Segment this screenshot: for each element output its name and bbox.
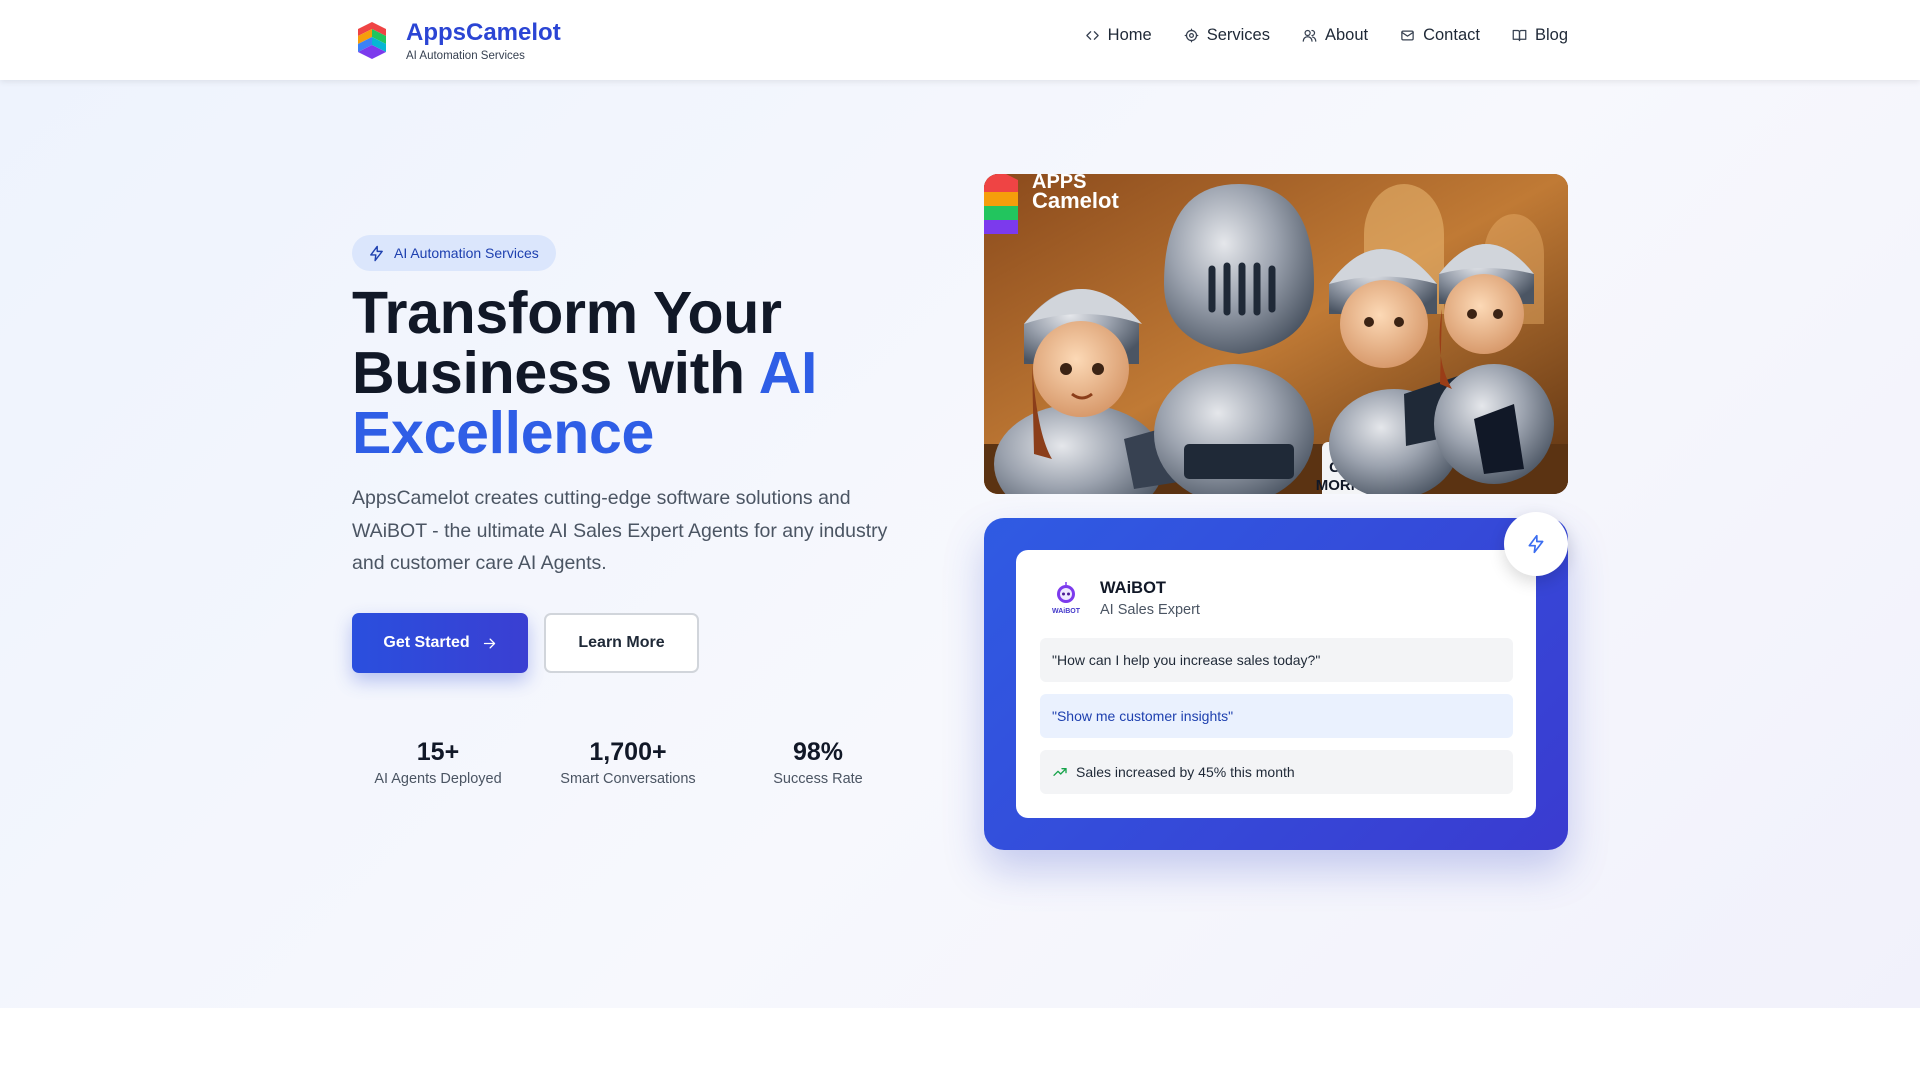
waibot-card: WAiBOT WAiBOT AI Sales Expert "How can I… — [984, 512, 1568, 850]
lightning-icon — [370, 245, 383, 261]
nav-contact-label: Contact — [1423, 26, 1480, 44]
hero-illustration: GOOD MORNING APPS Camelot — [984, 174, 1568, 494]
chat-message-text: "Show me customer insights" — [1052, 708, 1234, 724]
nav-services[interactable]: Services — [1184, 26, 1270, 45]
hero-badge-label: AI Automation Services — [394, 245, 539, 261]
users-icon — [1302, 29, 1317, 42]
arrow-right-icon — [483, 638, 495, 648]
nav-services-label: Services — [1206, 26, 1270, 44]
chat-message-insight: Sales increased by 45% this month — [1040, 750, 1513, 794]
stat-label: AI Agents Deployed — [374, 771, 502, 787]
waibot-name: WAiBOT — [1100, 578, 1166, 597]
hero-stats: 15+ AI Agents Deployed 1,700+ Smart Conv… — [352, 737, 904, 787]
gear-icon — [1184, 28, 1199, 43]
nav-blog-label: Blog — [1534, 26, 1568, 44]
nav-contact[interactable]: Contact — [1400, 26, 1480, 45]
trending-up-icon — [1053, 768, 1067, 776]
get-started-button[interactable]: Get Started — [352, 613, 528, 673]
hero-headline-main: Transform Your Business with — [352, 280, 782, 406]
nav-blog[interactable]: Blog — [1512, 26, 1568, 45]
nav-home-label: Home — [1107, 26, 1152, 44]
lightning-icon — [1528, 534, 1544, 554]
waibot-chat-panel: WAiBOT WAiBOT AI Sales Expert "How can I… — [1016, 550, 1536, 818]
stat-value: 1,700+ — [589, 738, 667, 766]
illustration-logo-line2: Camelot — [1032, 188, 1119, 213]
book-icon — [1512, 29, 1527, 42]
hero-headline: Transform Your Business with AI Excellen… — [352, 283, 952, 463]
main-nav: Home Services About Contact Blog — [1085, 26, 1568, 45]
stat-label: Smart Conversations — [560, 771, 696, 787]
stat-agents: 15+ AI Agents Deployed — [352, 737, 524, 787]
hero-description: AppsCamelot creates cutting-edge softwar… — [352, 487, 888, 574]
stat-value: 98% — [792, 738, 844, 766]
brand-tagline: AI Automation Services — [406, 49, 525, 62]
stat-value: 15+ — [416, 738, 460, 766]
nav-home[interactable]: Home — [1085, 26, 1152, 45]
chat-message-text: "How can I help you increase sales today… — [1052, 652, 1321, 668]
waibot-avatar-label: WAiBOT — [1052, 608, 1081, 615]
brand[interactable]: AppsCamelot AI Automation Services — [352, 18, 561, 62]
chat-message-bot: "How can I help you increase sales today… — [1040, 638, 1513, 682]
chat-message-text: Sales increased by 45% this month — [1076, 764, 1295, 780]
learn-more-button[interactable]: Learn More — [544, 613, 699, 673]
stat-conversations: 1,700+ Smart Conversations — [542, 737, 714, 787]
hero-badge: AI Automation Services — [352, 235, 556, 271]
waibot-avatar-icon: WAiBOT — [1052, 582, 1081, 615]
appscamelot-logo-icon — [358, 22, 386, 59]
lightning-action-button[interactable] — [1504, 512, 1568, 576]
waibot-role: AI Sales Expert — [1100, 601, 1200, 618]
chat-message-user: "Show me customer insights" — [1040, 694, 1513, 738]
brand-name: AppsCamelot — [406, 18, 561, 46]
mail-icon — [1401, 30, 1414, 41]
nav-about[interactable]: About — [1302, 26, 1368, 45]
stat-success: 98% Success Rate — [732, 737, 904, 787]
code-icon — [1085, 31, 1099, 40]
nav-about-label: About — [1324, 26, 1369, 44]
knights-illustration: GOOD MORNING APPS Camelot — [984, 174, 1568, 494]
waibot-header: WAiBOT WAiBOT AI Sales Expert — [1046, 578, 1200, 618]
stat-label: Success Rate — [773, 771, 863, 787]
get-started-label: Get Started — [383, 634, 470, 651]
hero-section — [0, 80, 1920, 1008]
site-header: AppsCamelot AI Automation Services Home … — [0, 0, 1920, 80]
learn-more-label: Learn More — [578, 634, 665, 651]
